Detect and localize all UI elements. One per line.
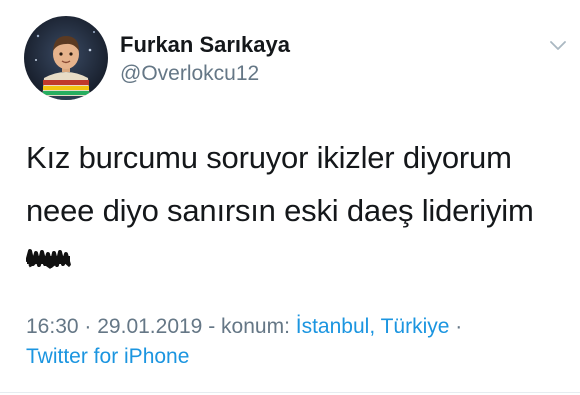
location-label: konum: xyxy=(221,315,290,338)
display-name[interactable]: Furkan Sarıkaya xyxy=(120,32,290,58)
location-link[interactable]: İstanbul, Türkiye xyxy=(296,315,450,338)
chevron-down-icon[interactable] xyxy=(550,38,566,50)
separator: · xyxy=(455,315,463,338)
tweet-text-line: Kız burcumu soruyor ikizler diyorum xyxy=(26,140,512,175)
redacted-text xyxy=(25,244,72,272)
tweet-text-line: neee diyo sanırsın eski daeş lideriyim xyxy=(26,193,534,228)
tweet-time: 16:30 xyxy=(26,315,79,338)
tweet-metadata: 16:30 · 29.01.2019 - konum: İstanbul, Tü… xyxy=(26,315,462,339)
separator: · xyxy=(84,315,92,338)
avatar-photo xyxy=(24,16,108,100)
dash: - xyxy=(208,315,216,338)
avatar[interactable] xyxy=(24,16,108,100)
user-handle[interactable]: @Overlokcu12 xyxy=(120,62,259,86)
source-link[interactable]: Twitter for iPhone xyxy=(26,345,189,369)
tweet-date: 29.01.2019 xyxy=(97,315,203,338)
divider xyxy=(0,392,580,393)
